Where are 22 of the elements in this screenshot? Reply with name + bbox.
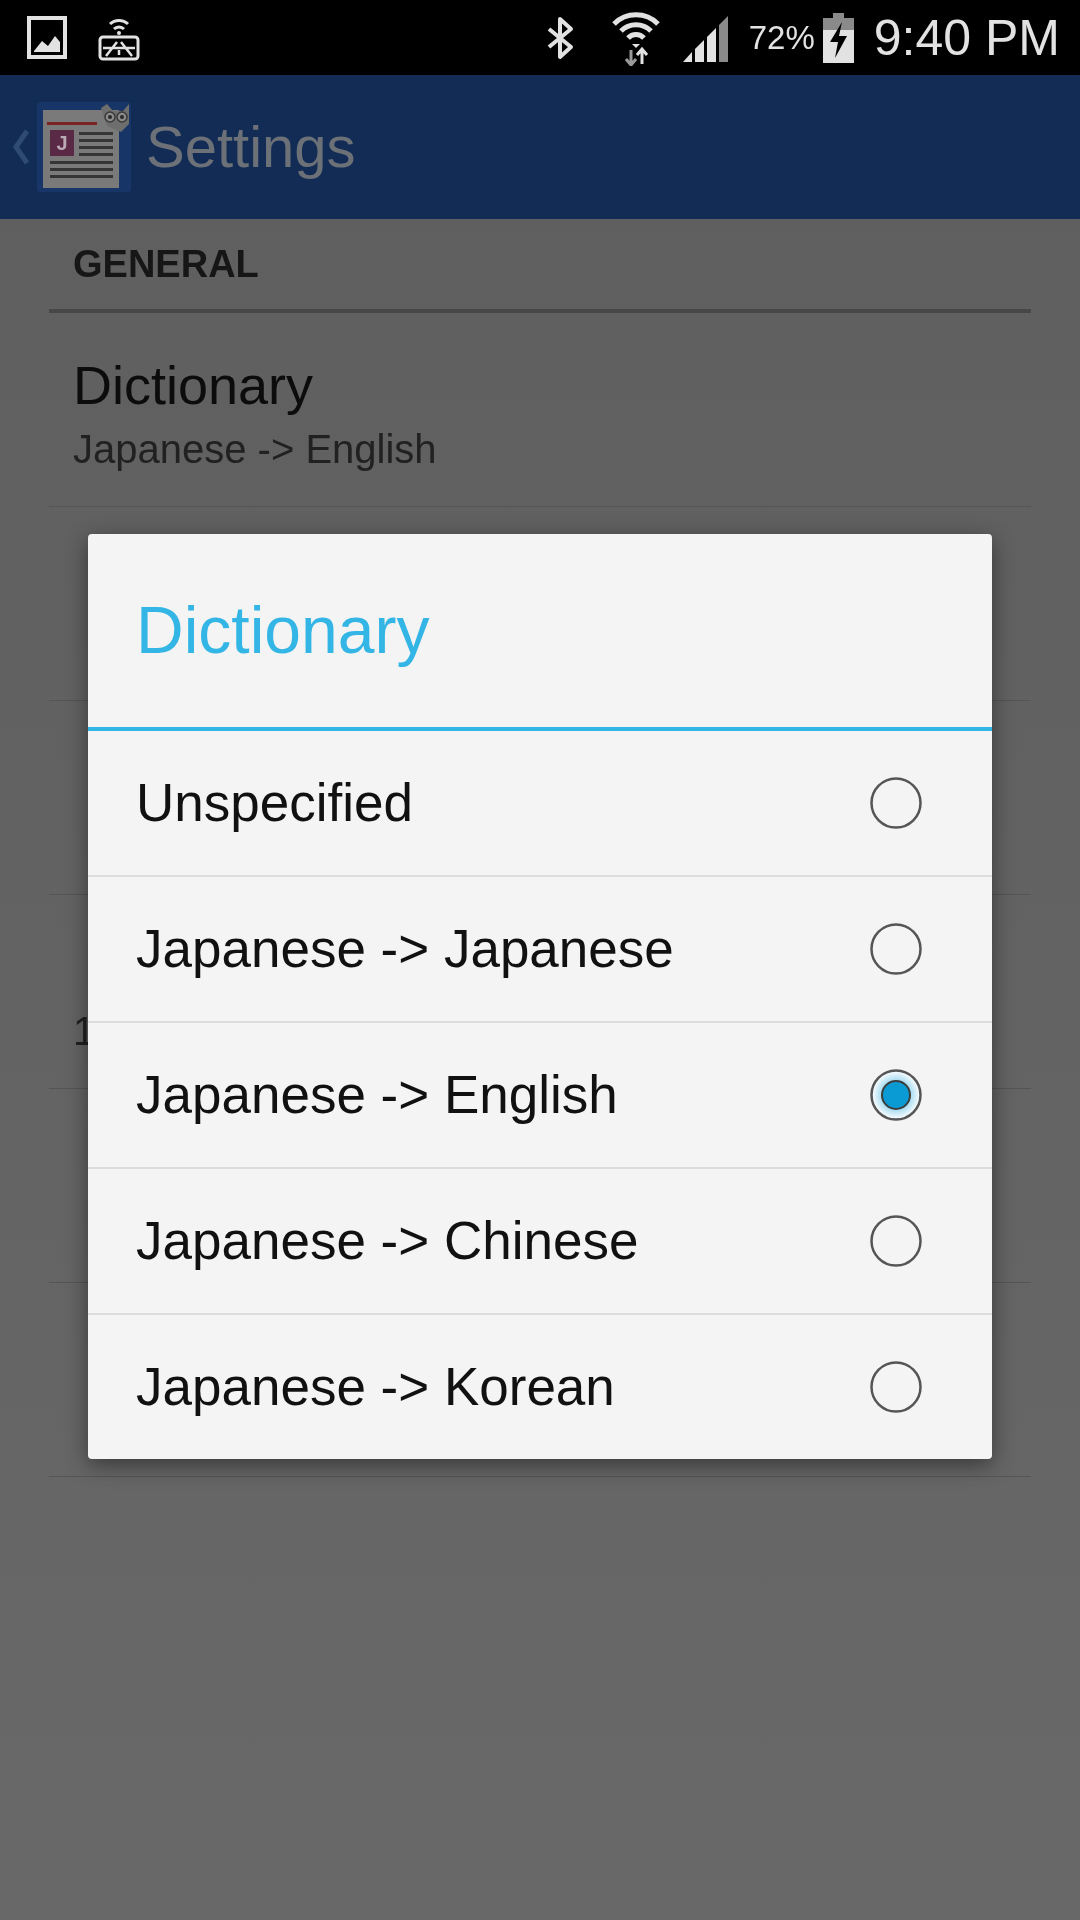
setting-summary: Japanese -> English — [73, 426, 437, 473]
screen-title: Settings — [146, 113, 356, 181]
setting-title: Dictionary — [73, 354, 314, 417]
wifi-icon — [610, 9, 661, 66]
gallery-icon — [27, 16, 67, 59]
dictionary-option[interactable]: Japanese -> Japanese — [88, 875, 992, 1021]
radio-icon[interactable] — [870, 1215, 922, 1267]
app-logo-icon[interactable]: J — [37, 102, 131, 192]
dictionary-option[interactable]: Japanese -> English — [88, 1021, 992, 1167]
dictionary-option[interactable]: Japanese -> Chinese — [88, 1167, 992, 1313]
battery-percentage: 72% — [748, 17, 815, 58]
logo-letter: J — [56, 132, 68, 154]
section-header: GENERAL — [73, 242, 259, 287]
radio-icon[interactable] — [870, 777, 922, 829]
battery-charging-icon — [822, 12, 854, 63]
dialog-title: Dictionary — [136, 591, 430, 669]
radio-icon[interactable] — [870, 1069, 922, 1121]
dictionary-option[interactable]: Unspecified — [88, 731, 992, 875]
clock-time: 9:40 PM — [873, 8, 1060, 67]
radio-icon[interactable] — [870, 1361, 922, 1413]
dictionary-option[interactable]: Japanese -> Korean — [88, 1313, 992, 1459]
radio-icon[interactable] — [870, 923, 922, 975]
